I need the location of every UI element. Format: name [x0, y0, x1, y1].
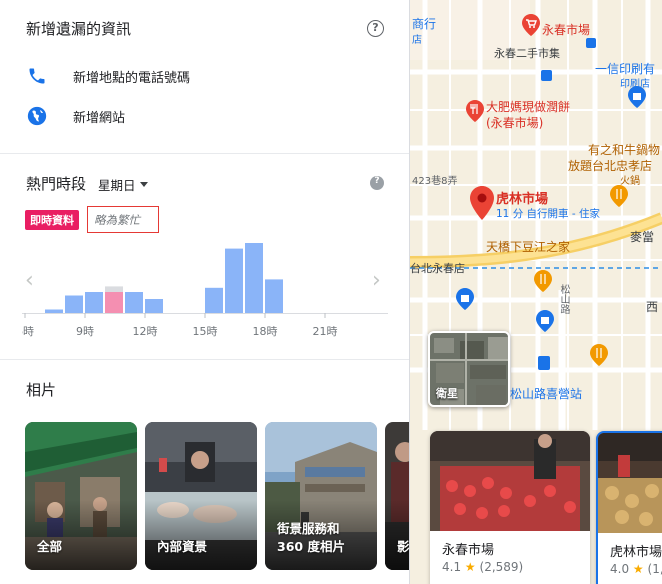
chart-bar[interactable]: [85, 292, 103, 313]
map-label: 店: [412, 35, 422, 46]
restaurant-pin-icon[interactable]: [590, 344, 608, 370]
shopping-bag-pin-icon[interactable]: [456, 288, 474, 314]
selected-place-pin-icon[interactable]: [470, 186, 494, 224]
place-card-review-count: (1,3: [647, 562, 662, 576]
caret-down-icon: [139, 182, 148, 187]
map-label: 台北永春店: [410, 262, 465, 275]
place-card-selected[interactable]: 虎林市場 4.0 ★ (1,3: [596, 431, 662, 584]
map-label: 西: [646, 300, 659, 314]
chart-bar[interactable]: [205, 287, 223, 313]
add-website-row[interactable]: 新增網站: [26, 104, 125, 128]
live-data-badge: 即時資料: [25, 210, 79, 230]
map-label: 大肥媽現做潤餅: [486, 100, 571, 114]
place-card-image: [598, 433, 662, 533]
place-card-rating: 4.1 ★ (2,589): [442, 560, 523, 574]
place-card-rating-value: 4.0: [610, 562, 630, 576]
photo-street-view-label-line1: 街景服務和: [277, 521, 340, 536]
satellite-toggle[interactable]: 衛星: [428, 331, 510, 407]
add-phone-label: 新增地點的電話號碼: [73, 70, 191, 86]
place-card[interactable]: 永春市場 4.1 ★ (2,589): [430, 431, 590, 584]
shopping-cart-pin-icon[interactable]: [522, 14, 540, 40]
bus-stop-icon[interactable]: [586, 38, 596, 48]
map-label: 麥當: [630, 230, 655, 244]
place-card-name: 虎林市場: [610, 545, 662, 560]
chart-bar[interactable]: [45, 309, 63, 314]
help-icon[interactable]: ?: [367, 20, 384, 37]
place-card-name: 永春市場: [442, 543, 495, 558]
help-icon[interactable]: ?: [370, 176, 384, 190]
photo-shade: [25, 500, 137, 570]
photo-street-view[interactable]: 街景服務和 360 度相片: [265, 422, 377, 570]
chart-bar-live[interactable]: [105, 292, 123, 313]
chart-bar[interactable]: [65, 295, 83, 314]
chart-bar[interactable]: [265, 279, 283, 313]
chart-tick-label: 21時: [313, 325, 338, 338]
map-label: 423巷8弄: [412, 176, 458, 187]
restaurant-pin-icon[interactable]: [466, 100, 484, 126]
photo-interior[interactable]: 內部資景: [145, 422, 257, 570]
map-label-bus-stop: 松山路喜營站: [510, 387, 583, 401]
popular-times-chart: 6時 9時 12時 15時 18時 21時: [22, 243, 388, 338]
photo-all-label-line1: 全部: [37, 539, 63, 554]
photo-interior-label-line1: 內部資景: [157, 539, 208, 554]
bus-stop-icon[interactable]: [541, 70, 552, 81]
popular-times-title: 熱門時段: [26, 175, 87, 193]
place-card-rating: 4.0 ★ (1,3: [610, 562, 662, 576]
map-label-drive-time: 11 分 自行開車 - 住家: [496, 208, 600, 220]
add-phone-row[interactable]: 新增地點的電話號碼: [26, 64, 190, 88]
photo-all-label: 全部: [37, 538, 62, 556]
chart-tick-label: 18時: [253, 325, 278, 338]
photo-video[interactable]: 影: [385, 422, 410, 570]
chart-tick-label: 15時: [193, 325, 218, 338]
live-status: 略為繁忙: [87, 206, 159, 233]
map-label: 天橋下豆江之家: [486, 240, 571, 254]
day-dropdown[interactable]: 星期日: [98, 175, 148, 194]
popular-times-section: 熱門時段 星期日 ? 即時資料 略為繁忙 ‹ › 6時9時12時15時18時21…: [0, 155, 409, 360]
map-label: 商行: [412, 17, 437, 31]
map-label-yongchun-market: 永春市場: [542, 23, 591, 37]
chart-bar[interactable]: [225, 248, 243, 313]
photos-section: 相片 全部 內部資景 街景服務和 360 度相片 影: [0, 361, 410, 584]
map-label: (永春市場): [486, 116, 544, 130]
chart-tick-label: 9時: [76, 325, 94, 338]
chart-bar[interactable]: [145, 299, 163, 313]
photo-all[interactable]: 全部: [25, 422, 137, 570]
restaurant-pin-icon[interactable]: [534, 270, 552, 296]
globe-icon: [26, 105, 48, 127]
photo-video-label-line1: 影: [397, 539, 410, 554]
star-icon: ★: [464, 560, 476, 574]
add-website-label: 新增網站: [73, 110, 126, 126]
place-details-panel: 新增遺漏的資訊 ? 新增地點的電話號碼 新增網站 熱門時段 星期日 ? 即時資料…: [0, 0, 410, 584]
star-icon: ★: [632, 562, 644, 576]
photo-street-view-label-line2: 360 度相片: [277, 539, 345, 554]
chart-tick-label: 6時: [22, 325, 34, 338]
satellite-label: 衛星: [436, 387, 458, 400]
place-card-review-count: (2,589): [479, 560, 524, 574]
map-label: 永春二手市集: [494, 47, 560, 60]
day-dropdown-value: 星期日: [98, 178, 136, 193]
photo-interior-label: 內部資景: [157, 538, 207, 556]
missing-info-section: 新增遺漏的資訊 ? 新增地點的電話號碼 新增網站: [0, 0, 409, 154]
photo-video-label: 影: [397, 538, 410, 556]
shopping-bag-pin-icon[interactable]: [536, 310, 554, 336]
gas-station-icon[interactable]: [538, 356, 550, 370]
restaurant-pin-icon[interactable]: [610, 185, 628, 211]
photo-street-view-label: 街景服務和 360 度相片: [277, 520, 345, 556]
photo-shade: [145, 500, 257, 570]
chart-bar[interactable]: [125, 292, 143, 313]
map-label-road: 松山路: [558, 284, 569, 314]
map-label: 有之和牛鍋物: [588, 143, 661, 157]
map-label-selected-place: 虎林市場: [496, 192, 549, 207]
photos-title: 相片: [26, 381, 57, 399]
shopping-bag-pin-icon[interactable]: [628, 86, 646, 112]
place-card-rating-value: 4.1: [442, 560, 462, 574]
map-view[interactable]: 商行 店 永春市場 永春二手市集 一信印刷有 印刷店 大肥媽現做潤餅 (永春市場…: [410, 0, 662, 584]
photo-shade: [385, 500, 409, 570]
missing-info-title: 新增遺漏的資訊: [26, 20, 132, 38]
phone-icon: [26, 65, 48, 87]
place-card-image: [430, 431, 590, 531]
chart-bar[interactable]: [245, 243, 263, 313]
chart-tick-label: 12時: [133, 325, 158, 338]
